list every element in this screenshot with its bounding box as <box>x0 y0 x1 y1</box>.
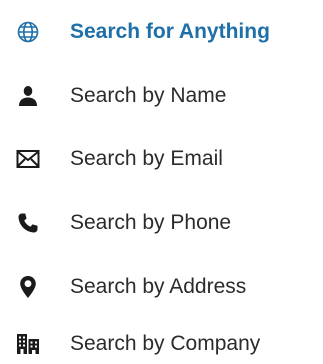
menu-item-search-email[interactable]: Search by Email <box>0 139 323 179</box>
building-icon <box>14 330 42 358</box>
menu-item-label: Search by Email <box>70 147 223 170</box>
menu-item-search-address[interactable]: Search by Address <box>0 267 323 307</box>
menu-item-search-anything[interactable]: Search for Anything <box>0 12 323 52</box>
map-pin-icon <box>14 273 42 301</box>
menu-item-label: Search by Address <box>70 275 247 298</box>
menu-item-search-company[interactable]: Search by Company <box>0 324 323 364</box>
person-icon <box>14 82 42 110</box>
menu-item-label: Search by Name <box>70 84 227 107</box>
menu-item-label: Search by Phone <box>70 211 232 234</box>
search-type-menu: Search for Anything Search by Name Searc… <box>0 0 323 364</box>
menu-item-label: Search for Anything <box>70 20 270 43</box>
phone-icon <box>14 209 42 237</box>
menu-item-label: Search by Company <box>70 332 261 355</box>
globe-icon <box>14 18 42 46</box>
envelope-icon <box>14 145 42 173</box>
menu-item-search-name[interactable]: Search by Name <box>0 76 323 116</box>
menu-item-search-phone[interactable]: Search by Phone <box>0 203 323 243</box>
